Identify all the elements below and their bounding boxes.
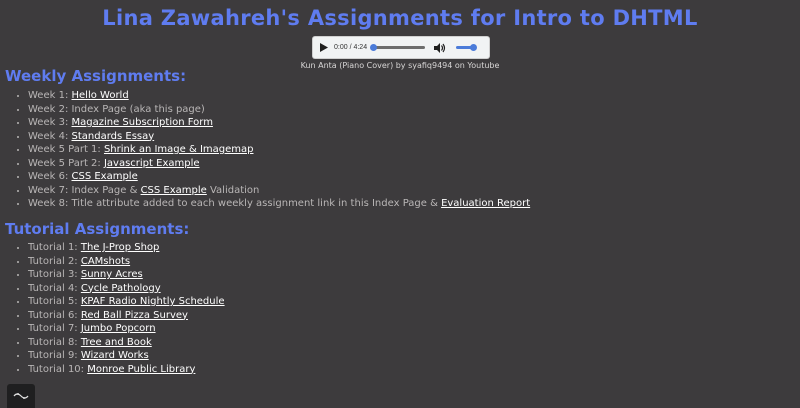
play-button[interactable]: [317, 41, 331, 55]
play-icon: [320, 43, 328, 52]
corner-widget-button[interactable]: [7, 384, 35, 408]
weekly-list-item-suffix: Validation: [206, 184, 260, 196]
volume-slider[interactable]: [456, 44, 478, 51]
weekly-list-item: Week 3: Magazine Subscription Form: [28, 116, 530, 130]
tutorial-assignment-list: Tutorial 1: The J-Prop ShopTutorial 2: C…: [18, 241, 225, 376]
weekly-list-item: Week 5 Part 1: Shrink an Image & Imagema…: [28, 143, 530, 157]
ghost-icon: [13, 393, 29, 399]
tutorial-list-item-link[interactable]: Monroe Public Library: [87, 364, 195, 375]
weekly-list-item-label: Week 5 Part 1:: [28, 144, 104, 155]
tutorial-list-item: Tutorial 6: Red Ball Pizza Survey: [28, 309, 225, 323]
tutorial-list-item-label: Tutorial 1:: [28, 242, 81, 253]
weekly-list-item: Week 1: Hello World: [28, 89, 530, 103]
tutorial-list-item-label: Tutorial 7:: [28, 323, 81, 334]
progress-knob[interactable]: [370, 44, 378, 51]
tutorial-list-item-label: Tutorial 6:: [28, 309, 81, 321]
weekly-list-item-label: Week 5 Part 2:: [28, 157, 104, 169]
weekly-list-item: Week 6: CSS Example: [28, 170, 530, 184]
tutorial-list-item-label: Tutorial 8:: [28, 336, 81, 348]
tutorial-list-item-link[interactable]: Sunny Acres: [81, 269, 143, 280]
weekly-list-item: Week 7: Index Page & CSS Example Validat…: [28, 184, 530, 198]
tutorial-list-item: Tutorial 1: The J-Prop Shop: [28, 241, 225, 255]
weekly-list-item-link[interactable]: Shrink an Image & Imagemap: [104, 144, 254, 155]
weekly-assignments-heading: Weekly Assignments:: [5, 67, 187, 85]
tutorial-list-item-link[interactable]: Wizard Works: [81, 350, 149, 361]
tutorial-list-item: Tutorial 9: Wizard Works: [28, 349, 225, 363]
weekly-list-item-link[interactable]: CSS Example: [141, 185, 207, 196]
tutorial-list-item-link[interactable]: Jumbo Popcorn: [81, 323, 156, 334]
weekly-list-item-label: Week 7: Index Page &: [28, 184, 141, 196]
weekly-list-item-label: Week 2: Index Page (aka this page): [28, 103, 205, 115]
weekly-list-item-label: Week 8: Title attribute added to each we…: [28, 198, 442, 209]
audio-player[interactable]: 0:00 / 4:24: [313, 37, 489, 58]
tutorial-list-item: Tutorial 2: CAMshots: [28, 255, 225, 269]
volume-icon: [434, 42, 446, 53]
weekly-list-item-link[interactable]: Standards Essay: [72, 131, 155, 142]
time-readout: 0:00 / 4:24: [334, 44, 368, 51]
tutorial-list-item-label: Tutorial 9:: [28, 350, 81, 361]
weekly-list-item: Week 8: Title attribute added to each we…: [28, 197, 530, 211]
weekly-assignment-list: Week 1: Hello WorldWeek 2: Index Page (a…: [18, 89, 530, 211]
tutorial-list-item-label: Tutorial 3:: [28, 269, 81, 280]
tutorial-list-item-link[interactable]: KPAF Radio Nightly Schedule: [81, 296, 225, 307]
tutorial-list-item-link[interactable]: CAMshots: [81, 256, 130, 267]
weekly-list-item-link[interactable]: Evaluation Report: [441, 198, 530, 209]
weekly-list-item-link[interactable]: Magazine Subscription Form: [72, 117, 213, 128]
volume-knob[interactable]: [470, 44, 478, 51]
tutorial-list-item-label: Tutorial 2:: [28, 255, 81, 267]
weekly-list-item-label: Week 3:: [28, 117, 72, 128]
tutorial-list-item-label: Tutorial 4:: [28, 282, 81, 294]
weekly-list-item: Week 4: Standards Essay: [28, 130, 530, 144]
tutorial-list-item-link[interactable]: Tree and Book: [81, 337, 152, 348]
tutorial-list-item: Tutorial 8: Tree and Book: [28, 336, 225, 350]
tutorial-list-item: Tutorial 4: Cycle Pathology: [28, 282, 225, 296]
volume-button[interactable]: [433, 41, 447, 55]
weekly-list-item-link[interactable]: Javascript Example: [104, 158, 200, 169]
weekly-list-item-link[interactable]: Hello World: [72, 90, 129, 101]
weekly-list-item-label: Week 1:: [28, 90, 72, 101]
weekly-list-item-link[interactable]: CSS Example: [72, 171, 138, 182]
tutorial-list-item-link[interactable]: The J-Prop Shop: [81, 242, 160, 253]
progress-slider[interactable]: [370, 44, 426, 51]
weekly-list-item: Week 5 Part 2: Javascript Example: [28, 157, 530, 171]
tutorial-list-item-label: Tutorial 10:: [28, 363, 88, 375]
tutorial-assignments-heading: Tutorial Assignments:: [5, 220, 190, 238]
weekly-list-item-label: Week 6:: [28, 171, 72, 182]
weekly-list-item-label: Week 4:: [28, 130, 72, 142]
tutorial-list-item: Tutorial 10: Monroe Public Library: [28, 363, 225, 377]
weekly-list-item: Week 2: Index Page (aka this page): [28, 103, 530, 117]
tutorial-list-item: Tutorial 5: KPAF Radio Nightly Schedule: [28, 295, 225, 309]
tutorial-list-item: Tutorial 7: Jumbo Popcorn: [28, 322, 225, 336]
page-title: Lina Zawahreh's Assignments for Intro to…: [102, 6, 698, 30]
tutorial-list-item: Tutorial 3: Sunny Acres: [28, 268, 225, 282]
tutorial-list-item-label: Tutorial 5:: [28, 296, 81, 307]
tutorial-list-item-link[interactable]: Red Ball Pizza Survey: [81, 310, 188, 321]
tutorial-list-item-link[interactable]: Cycle Pathology: [81, 283, 161, 294]
